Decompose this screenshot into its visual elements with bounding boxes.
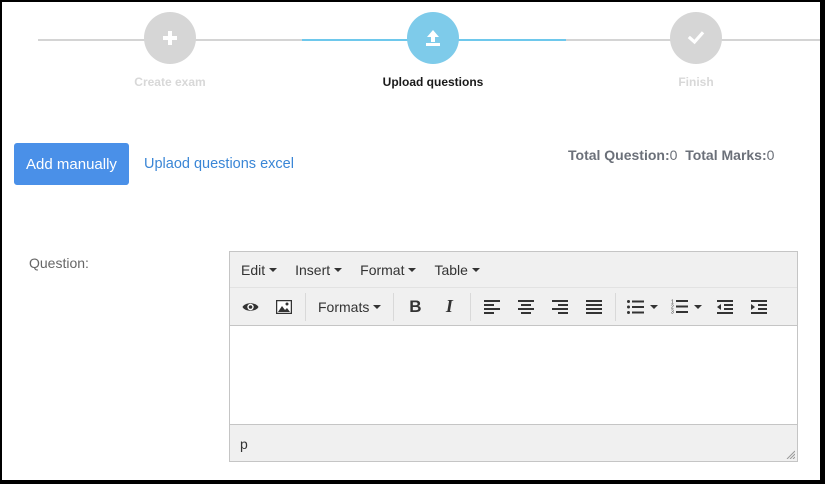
menu-table[interactable]: Table (425, 256, 488, 284)
indent-button[interactable] (742, 293, 776, 321)
menu-label: Insert (295, 261, 331, 278)
editor-content-area[interactable] (230, 325, 797, 425)
total-question-value: 0 (669, 147, 678, 163)
element-path[interactable]: p (240, 436, 248, 452)
preview-button[interactable] (233, 293, 267, 321)
align-left-button[interactable] (475, 293, 509, 321)
indent-icon (751, 299, 768, 314)
editor-statusbar: p (230, 426, 797, 461)
preview-icon (242, 302, 258, 311)
resize-handle-icon[interactable] (785, 449, 795, 459)
toolbar-divider (615, 292, 617, 321)
caret-down-icon (693, 304, 702, 309)
step-circle (407, 12, 459, 64)
caret-down-icon (269, 267, 278, 272)
upload-questions-excel-link[interactable]: Uplaod questions excel (144, 156, 294, 172)
plus-icon (163, 31, 177, 45)
outdent-icon (717, 299, 734, 314)
caret-down-icon (471, 267, 480, 272)
numbered-list-icon: 1 2 3 (671, 300, 688, 315)
step-label: Upload questions (382, 75, 484, 89)
svg-text:3: 3 (671, 310, 674, 315)
menu-insert[interactable]: Insert (286, 256, 351, 284)
check-icon (687, 31, 705, 45)
caret-down-icon (408, 267, 417, 272)
total-marks-value: 0 (766, 147, 775, 163)
bullet-list-button[interactable] (620, 293, 664, 321)
menu-label: Table (434, 261, 468, 278)
step-label: Create exam (134, 75, 206, 89)
formats-label: Formats (318, 298, 370, 315)
align-right-button[interactable] (543, 293, 577, 321)
step-upload-questions[interactable]: Upload questions (373, 12, 493, 89)
rich-text-editor: Edit Insert Format Table Formats B I 1 2… (229, 251, 798, 462)
bold-button[interactable]: B (398, 293, 432, 321)
caret-down-icon (373, 304, 382, 309)
numbered-list-button[interactable]: 1 2 3 (664, 293, 708, 321)
outdent-button[interactable] (708, 293, 742, 321)
align-justify-icon (586, 299, 603, 314)
total-marks-label: Total Marks: (685, 147, 767, 163)
total-question-label: Total Question: (568, 147, 670, 163)
caret-down-icon (649, 304, 658, 309)
step-label: Finish (678, 75, 714, 89)
bold-icon: B (409, 296, 422, 316)
align-right-icon (552, 299, 569, 314)
toolbar-divider (393, 292, 395, 321)
menu-label: Edit (241, 261, 266, 278)
italic-button[interactable]: I (432, 293, 466, 321)
align-center-button[interactable] (509, 293, 543, 321)
step-create-exam[interactable]: Create exam (110, 12, 230, 89)
step-finish[interactable]: Finish (636, 12, 756, 89)
caret-down-icon (334, 267, 343, 272)
toolbar-divider (470, 292, 472, 321)
step-circle (670, 12, 722, 64)
align-justify-button[interactable] (577, 293, 611, 321)
add-manually-button[interactable]: Add manually (14, 143, 129, 185)
totals-summary: Total Question:0 Total Marks:0 (568, 147, 774, 163)
upload-icon (426, 30, 440, 46)
editor-menubar: Edit Insert Format Table (230, 252, 797, 287)
italic-icon: I (445, 296, 453, 316)
image-icon (276, 299, 292, 314)
app-frame: Create exam Upload questions Finish Add … (2, 2, 820, 480)
editor-toolbar: Formats B I 1 2 3 (230, 287, 797, 325)
menu-format[interactable]: Format (351, 256, 425, 284)
wizard-stepper: Create exam Upload questions Finish (2, 2, 820, 102)
menu-edit[interactable]: Edit (232, 256, 286, 284)
menu-label: Format (360, 261, 405, 278)
toolbar-divider (305, 292, 306, 321)
step-circle (144, 12, 196, 64)
bullet-list-icon (626, 299, 644, 314)
question-label: Question: (29, 255, 89, 271)
align-left-icon (484, 299, 501, 314)
align-center-icon (518, 299, 535, 314)
insert-image-button[interactable] (267, 293, 301, 321)
formats-dropdown[interactable]: Formats (310, 293, 389, 321)
